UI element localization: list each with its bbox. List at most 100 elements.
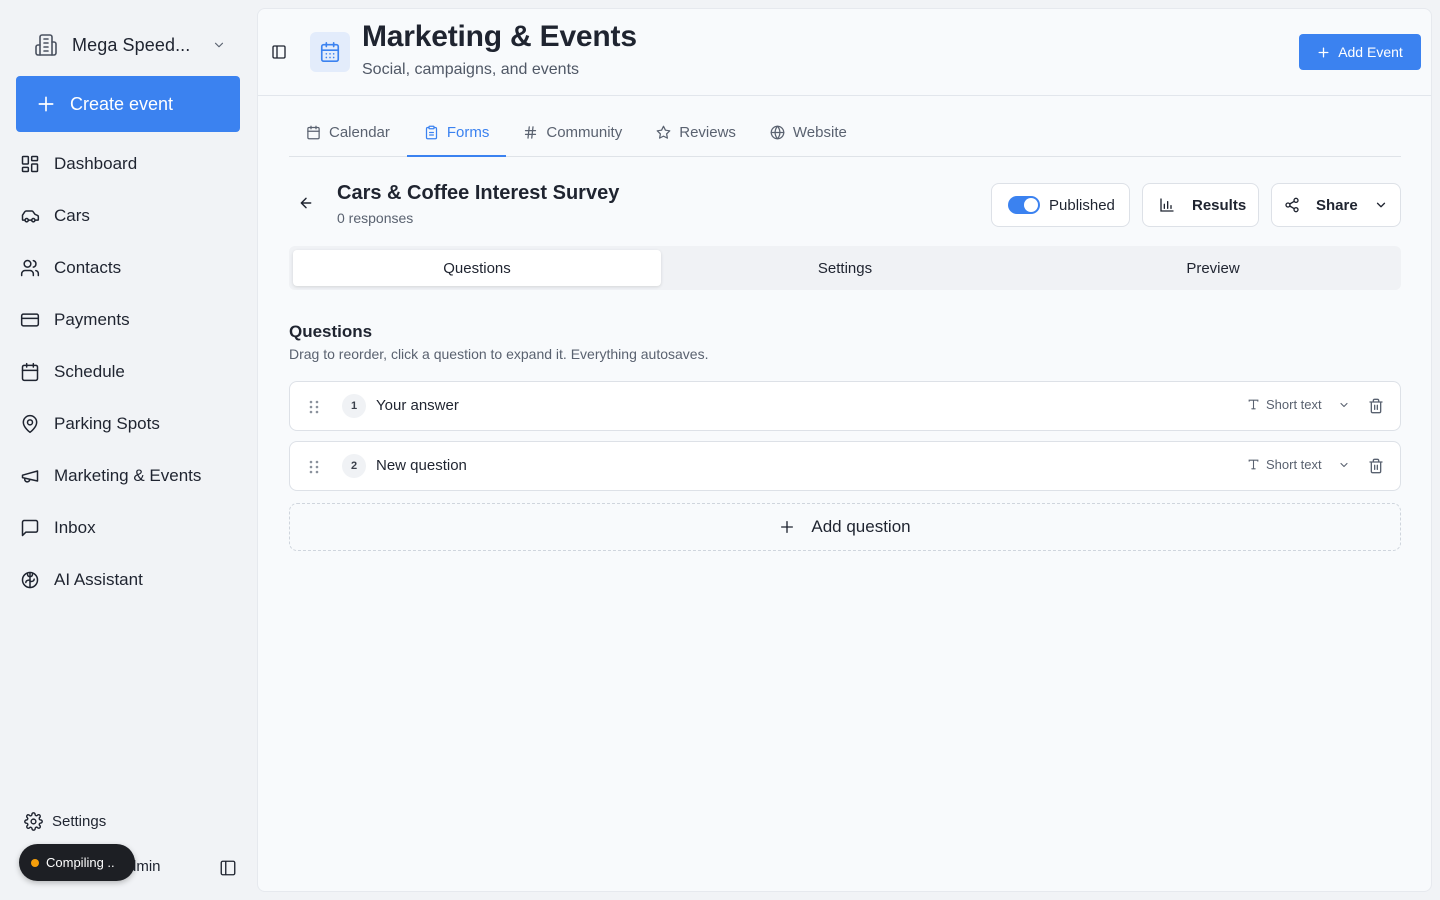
add-event-button[interactable]: Add Event bbox=[1299, 34, 1421, 70]
sidebar-item-payments[interactable]: Payments bbox=[0, 294, 256, 346]
results-label: Results bbox=[1192, 196, 1247, 214]
page-title: Marketing & Events bbox=[362, 20, 637, 53]
chevron-down-icon bbox=[1338, 399, 1350, 411]
brain-icon bbox=[20, 570, 40, 590]
question-text[interactable]: New question bbox=[376, 457, 467, 474]
calendar-icon bbox=[20, 362, 40, 382]
questions-description: Drag to reorder, click a question to exp… bbox=[289, 346, 709, 362]
trash-icon[interactable] bbox=[1368, 398, 1384, 414]
sidebar-settings[interactable]: Settings bbox=[24, 812, 106, 831]
back-button[interactable] bbox=[298, 195, 314, 211]
panel-left-icon bbox=[219, 859, 237, 877]
sidebar-item-schedule[interactable]: Schedule bbox=[0, 346, 256, 398]
tab-calendar[interactable]: Calendar bbox=[289, 109, 407, 156]
calendar-icon bbox=[306, 125, 321, 140]
question-number: 1 bbox=[342, 394, 366, 418]
sidebar-item-marketing-events[interactable]: Marketing & Events bbox=[0, 450, 256, 502]
chevron-down-icon bbox=[212, 38, 226, 52]
car-icon bbox=[20, 206, 40, 226]
create-event-label: Create event bbox=[70, 93, 174, 114]
org-switcher[interactable]: Mega Speed... bbox=[34, 30, 234, 60]
question-type-select[interactable]: Short text bbox=[1247, 397, 1350, 412]
section-tabs: Calendar Forms Community Reviews Website bbox=[289, 109, 1401, 157]
response-count: 0 responses bbox=[337, 210, 414, 226]
results-button[interactable]: Results bbox=[1142, 183, 1259, 227]
sidebar-item-label: AI Assistant bbox=[54, 570, 143, 589]
question-type-label: Short text bbox=[1266, 397, 1322, 412]
tab-community[interactable]: Community bbox=[506, 109, 639, 156]
sidebar-item-label: Parking Spots bbox=[54, 414, 160, 433]
text-type-icon bbox=[1247, 458, 1260, 471]
sidebar: Mega Speed... Create event Dashboard Car… bbox=[0, 0, 256, 900]
add-question-button[interactable]: Add question bbox=[289, 503, 1401, 551]
questions-heading: Questions bbox=[289, 322, 373, 341]
form-title: Cars & Coffee Interest Survey bbox=[337, 182, 620, 204]
drag-handle-icon[interactable] bbox=[308, 459, 320, 475]
globe-icon bbox=[770, 125, 785, 140]
toggle-sidebar-button[interactable] bbox=[271, 44, 287, 60]
sidebar-item-contacts[interactable]: Contacts bbox=[0, 242, 256, 294]
settings-label: Settings bbox=[52, 813, 107, 830]
chevron-down-icon bbox=[1338, 459, 1350, 471]
sidebar-item-label: Contacts bbox=[54, 258, 122, 277]
question-row[interactable]: 2 New question Short text bbox=[289, 441, 1401, 491]
bar-chart-icon bbox=[1159, 197, 1175, 213]
tab-label: Community bbox=[546, 124, 623, 141]
share-icon bbox=[1284, 197, 1300, 213]
sidebar-item-ai-assistant[interactable]: AI Assistant bbox=[0, 554, 256, 606]
sidebar-item-cars[interactable]: Cars bbox=[0, 190, 256, 242]
compiling-label: Compiling .. bbox=[46, 855, 115, 870]
hash-icon bbox=[523, 125, 538, 140]
tab-reviews[interactable]: Reviews bbox=[639, 109, 753, 156]
tab-website[interactable]: Website bbox=[753, 109, 864, 156]
status-dot bbox=[31, 858, 39, 867]
tab-forms[interactable]: Forms bbox=[406, 109, 507, 157]
gear-icon bbox=[24, 812, 43, 831]
share-button[interactable]: Share bbox=[1271, 183, 1401, 227]
question-number: 2 bbox=[342, 454, 366, 478]
tab-label: Calendar bbox=[329, 124, 390, 141]
arrow-left-icon bbox=[298, 195, 314, 211]
toggle-switch[interactable] bbox=[1008, 196, 1040, 214]
question-type-label: Short text bbox=[1266, 457, 1322, 472]
dashboard-icon bbox=[20, 154, 40, 174]
org-name: Mega Speed... bbox=[72, 34, 191, 55]
drag-handle-icon[interactable] bbox=[308, 399, 320, 415]
building-icon bbox=[34, 33, 58, 57]
trash-icon[interactable] bbox=[1368, 458, 1384, 474]
map-pin-icon bbox=[20, 414, 40, 434]
subtab-questions[interactable]: Questions bbox=[293, 250, 661, 286]
calendar-icon bbox=[319, 41, 341, 63]
credit-card-icon bbox=[20, 310, 40, 330]
text-type-icon bbox=[1247, 398, 1260, 411]
message-square-icon bbox=[20, 518, 40, 538]
clipboard-icon bbox=[424, 125, 439, 140]
add-question-label: Add question bbox=[811, 517, 911, 536]
sidebar-collapse-button[interactable] bbox=[219, 859, 237, 877]
page-subtitle: Social, campaigns, and events bbox=[362, 61, 580, 78]
tab-label: Forms bbox=[446, 124, 490, 141]
add-event-label: Add Event bbox=[1338, 44, 1403, 60]
sidebar-item-label: Schedule bbox=[54, 362, 125, 381]
question-type-select[interactable]: Short text bbox=[1247, 457, 1350, 472]
question-row[interactable]: 1 Your answer Short text bbox=[289, 381, 1401, 431]
page-header: Marketing & Events Social, campaigns, an… bbox=[258, 9, 1431, 96]
sidebar-item-label: Inbox bbox=[54, 518, 96, 537]
question-text[interactable]: Your answer bbox=[376, 397, 459, 414]
form-subtabs: Questions Settings Preview bbox=[289, 246, 1401, 290]
tab-label: Reviews bbox=[679, 124, 736, 141]
subtab-settings[interactable]: Settings bbox=[661, 250, 1029, 286]
sidebar-item-dashboard[interactable]: Dashboard bbox=[0, 138, 256, 190]
panel-left-icon bbox=[271, 44, 287, 60]
published-label: Published bbox=[1049, 196, 1115, 214]
tab-label: Website bbox=[792, 124, 847, 141]
published-toggle[interactable]: Published bbox=[991, 183, 1130, 227]
megaphone-icon bbox=[20, 466, 40, 486]
create-event-button[interactable]: Create event bbox=[16, 76, 240, 132]
sidebar-item-label: Payments bbox=[54, 310, 130, 329]
sidebar-item-label: Dashboard bbox=[54, 154, 138, 173]
sidebar-item-inbox[interactable]: Inbox bbox=[0, 502, 256, 554]
subtab-preview[interactable]: Preview bbox=[1029, 250, 1397, 286]
sidebar-item-parking-spots[interactable]: Parking Spots bbox=[0, 398, 256, 450]
sidebar-item-label: Cars bbox=[54, 206, 90, 225]
